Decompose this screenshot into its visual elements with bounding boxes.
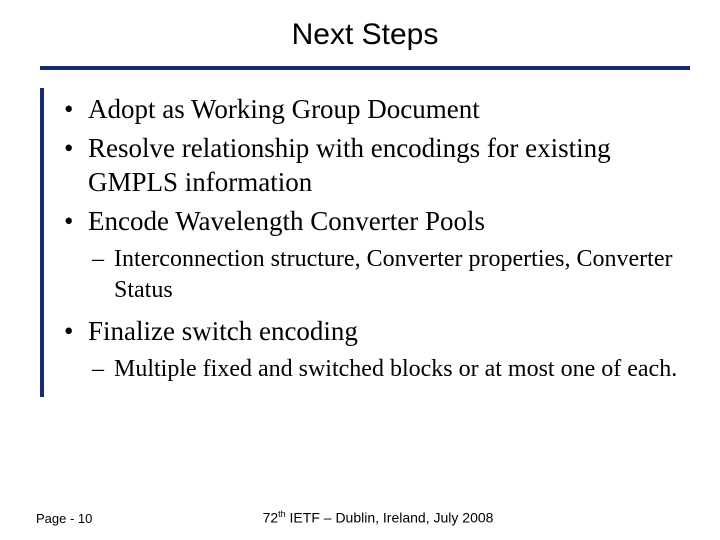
venue-prefix: 72: [263, 510, 279, 526]
venue-text: 72th IETF – Dublin, Ireland, July 2008: [166, 509, 720, 526]
venue-ordinal: th: [278, 509, 286, 519]
sub-list: Multiple fixed and switched blocks or at…: [88, 354, 690, 385]
sub-item: Interconnection structure, Converter pro…: [88, 244, 690, 305]
bullet-text: Encode Wavelength Converter Pools: [88, 206, 485, 236]
bullet-text: Finalize switch encoding: [88, 316, 358, 346]
content-block: Adopt as Working Group Document Resolve …: [40, 88, 690, 397]
slide: Next Steps Adopt as Working Group Docume…: [0, 0, 720, 540]
bullet-item: Encode Wavelength Converter Pools Interc…: [62, 204, 690, 306]
title-rule: [40, 66, 690, 70]
footer: Page - 10 72th IETF – Dublin, Ireland, J…: [0, 509, 720, 526]
bullet-list: Adopt as Working Group Document Resolve …: [62, 92, 690, 385]
sub-list: Interconnection structure, Converter pro…: [88, 244, 690, 305]
bullet-item: Resolve relationship with encodings for …: [62, 131, 690, 200]
sub-item: Multiple fixed and switched blocks or at…: [88, 354, 690, 385]
venue-rest: IETF – Dublin, Ireland, July 2008: [286, 510, 494, 526]
bullet-item: Adopt as Working Group Document: [62, 92, 690, 127]
page-number: Page - 10: [36, 511, 166, 526]
bullet-item: Finalize switch encoding Multiple fixed …: [62, 314, 690, 385]
slide-title: Next Steps: [40, 18, 690, 52]
